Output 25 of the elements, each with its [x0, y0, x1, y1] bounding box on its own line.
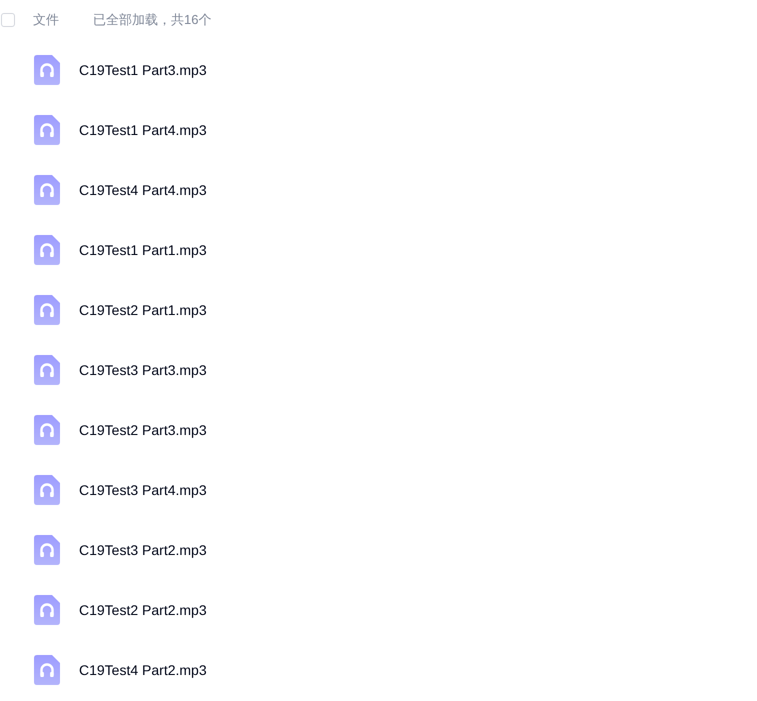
audio-file-icon — [34, 655, 60, 685]
file-name[interactable]: C19Test4 Part4.mp3 — [79, 182, 207, 198]
audio-file-icon — [34, 295, 60, 325]
audio-file-icon — [34, 475, 60, 505]
load-status: 已全部加载，共16个 — [93, 11, 212, 29]
audio-file-icon — [34, 55, 60, 85]
file-name[interactable]: C19Test2 Part1.mp3 — [79, 302, 207, 318]
file-name[interactable]: C19Test1 Part1.mp3 — [79, 242, 207, 258]
file-name[interactable]: C19Test2 Part3.mp3 — [79, 422, 207, 438]
file-name[interactable]: C19Test2 Part2.mp3 — [79, 602, 207, 618]
file-name[interactable]: C19Test1 Part4.mp3 — [79, 122, 207, 138]
select-all-checkbox[interactable] — [1, 13, 15, 27]
audio-file-icon — [34, 175, 60, 205]
file-name[interactable]: C19Test4 Part2.mp3 — [79, 662, 207, 678]
column-header: 文件 — [33, 11, 59, 29]
audio-file-icon — [34, 535, 60, 565]
file-name[interactable]: C19Test3 Part3.mp3 — [79, 362, 207, 378]
audio-file-icon — [34, 415, 60, 445]
audio-file-icon — [34, 235, 60, 265]
file-name[interactable]: C19Test3 Part2.mp3 — [79, 542, 207, 558]
audio-file-icon — [34, 355, 60, 385]
audio-file-icon — [34, 595, 60, 625]
file-name[interactable]: C19Test1 Part3.mp3 — [79, 62, 207, 78]
audio-file-icon — [34, 115, 60, 145]
file-name[interactable]: C19Test3 Part4.mp3 — [79, 482, 207, 498]
